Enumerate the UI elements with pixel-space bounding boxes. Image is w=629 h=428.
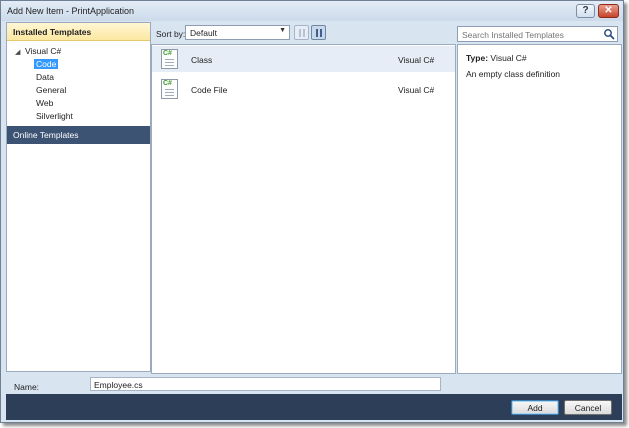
search-icon[interactable] (603, 28, 615, 40)
tree-item-general[interactable]: General (36, 85, 66, 95)
template-category-panel: Installed Templates ◢ Visual C# Code Data G… (6, 22, 151, 372)
close-button[interactable]: ✕ (598, 4, 619, 18)
list-view-button[interactable] (311, 25, 326, 40)
template-language: Visual C# (398, 85, 435, 95)
template-name: Class (191, 55, 213, 65)
type-line: Type: Visual C# (466, 53, 527, 63)
sort-by-label: Sort by: (156, 29, 186, 39)
tree-node-label: Visual C# (25, 46, 62, 56)
close-icon: ✕ (604, 5, 613, 16)
template-row-code-file[interactable]: C# Code File Visual C# (152, 76, 455, 102)
type-value: Visual C# (490, 53, 527, 63)
tree-node-visual-csharp[interactable]: ◢ Visual C# (15, 46, 61, 56)
tree-item-code[interactable]: Code (34, 59, 59, 69)
sort-toolbar: Sort by: Default ▼ (151, 22, 456, 44)
name-input[interactable] (90, 377, 441, 391)
sort-by-dropdown[interactable]: Default ▼ (185, 25, 290, 40)
search-installed-templates-input[interactable] (457, 26, 618, 42)
template-row-class[interactable]: C# Class Visual C# (152, 46, 455, 72)
small-icons-view-icon (298, 28, 305, 37)
dialog-footer: Add Cancel (6, 394, 622, 420)
csharp-file-icon: C# (161, 79, 178, 99)
tree-item-web[interactable]: Web (36, 98, 53, 108)
help-icon: ? (582, 5, 589, 16)
template-detail: Type: Visual C# An empty class definitio… (457, 44, 622, 374)
template-list-area: Sort by: Default ▼ C# Class Visual C# C#… (151, 22, 456, 374)
tree-item-silverlight[interactable]: Silverlight (36, 111, 73, 121)
cancel-button[interactable]: Cancel (564, 400, 612, 415)
add-button[interactable]: Add (511, 400, 559, 415)
list-view-icon (315, 28, 322, 37)
sort-selected-value: Default (190, 28, 217, 38)
small-icons-view-button[interactable] (294, 25, 309, 40)
csharp-file-icon: C# (161, 49, 178, 69)
window-title: Add New Item - PrintApplication (7, 6, 135, 16)
tree-item-data[interactable]: Data (36, 72, 54, 82)
expand-arrow-icon[interactable]: ◢ (15, 48, 25, 56)
installed-templates-header[interactable]: Installed Templates (7, 23, 150, 41)
help-button[interactable]: ? (576, 4, 595, 18)
template-name: Code File (191, 85, 228, 95)
add-new-item-dialog: Add New Item - PrintApplication ? ✕ Inst… (0, 0, 624, 423)
type-label: Type: (466, 53, 489, 63)
title-bar: Add New Item - PrintApplication ? ✕ (1, 1, 623, 21)
chevron-down-icon: ▼ (279, 27, 286, 34)
template-description: An empty class definition (466, 69, 561, 79)
template-details-panel: Type: Visual C# An empty class definitio… (457, 22, 622, 374)
name-label: Name: (14, 382, 40, 392)
template-language: Visual C# (398, 55, 435, 65)
online-templates-item[interactable]: Online Templates (7, 126, 150, 144)
template-list: C# Class Visual C# C# Code File Visual C… (151, 44, 456, 374)
